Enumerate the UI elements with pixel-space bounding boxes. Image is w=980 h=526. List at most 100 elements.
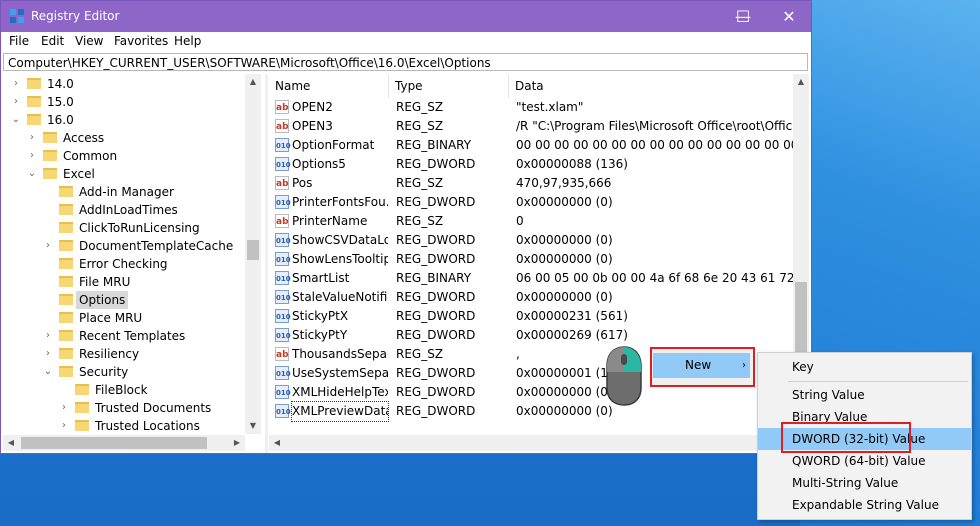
table-row[interactable]: 010 StickyPtX REG_DWORD 0x00000231 (561): [269, 307, 797, 326]
maximize-button[interactable]: ☐: [720, 1, 766, 32]
tree-horizontal-scrollbar[interactable]: ◀ ▶: [3, 435, 245, 451]
chevron-right-icon[interactable]: [43, 219, 53, 237]
chevron-down-icon[interactable]: ⌄: [43, 363, 53, 381]
table-row[interactable]: 010 XMLPreviewData REG_DWORD 0x00000000 (0): [269, 401, 797, 422]
table-row[interactable]: ab PrinterName REG_SZ 0: [269, 212, 797, 231]
value-name: OPEN3: [292, 119, 333, 133]
chevron-right-icon[interactable]: [43, 183, 53, 201]
folder-icon: [59, 258, 73, 269]
value-data: 0x00000231 (561): [516, 309, 628, 323]
table-row[interactable]: 010 PrinterFontsFou... REG_DWORD 0x00000000…: [269, 193, 797, 212]
tree-vertical-scrollbar[interactable]: ▲ ▼: [245, 74, 261, 434]
tree-item[interactable]: ⌄ Security: [3, 363, 245, 381]
tree-item[interactable]: › Access: [3, 129, 245, 147]
submenu-item[interactable]: Multi-String Value: [758, 472, 971, 494]
table-row[interactable]: 010 OptionFormat REG_BINARY 00 00 00 00 00 …: [269, 136, 797, 155]
pane-splitter[interactable]: [265, 74, 268, 453]
chevron-right-icon[interactable]: [43, 291, 53, 309]
column-header-type[interactable]: Type: [389, 74, 509, 98]
tree-item[interactable]: ⌄ 16.0: [3, 111, 245, 129]
menu-help[interactable]: Help: [174, 34, 201, 48]
binary-value-icon: 010: [275, 290, 291, 304]
tree-item[interactable]: FileBlock: [3, 381, 245, 399]
tree-item-label: Place MRU: [79, 311, 143, 325]
table-row[interactable]: 010ShowCSVDataLo... REG_DWORD 0x00000000 (…: [269, 231, 797, 250]
binary-value-icon: 010: [275, 404, 291, 418]
tree-item[interactable]: › Common: [3, 147, 245, 165]
scroll-up-arrow-icon[interactable]: ▲: [245, 74, 261, 90]
submenu-item-label: Expandable String Value: [792, 498, 939, 512]
folder-icon: [27, 96, 41, 107]
submenu-item[interactable]: Key: [758, 356, 971, 378]
tree-item[interactable]: Place MRU: [3, 309, 245, 327]
tree-item[interactable]: › 15.0: [3, 93, 245, 111]
value-data: 0x00000088 (136): [516, 157, 628, 171]
string-value-icon: ab: [275, 214, 289, 228]
chevron-right-icon[interactable]: ›: [43, 327, 53, 345]
menu-file[interactable]: File: [9, 34, 29, 48]
table-row[interactable]: 010 SmartList REG_BINARY 06 00 05 00 0b 00 …: [269, 269, 797, 288]
chevron-right-icon[interactable]: ›: [43, 237, 53, 255]
chevron-right-icon[interactable]: ›: [59, 399, 69, 417]
chevron-right-icon[interactable]: [59, 381, 69, 399]
chevron-down-icon[interactable]: ⌄: [11, 111, 21, 129]
tree-item[interactable]: › DocumentTemplateCache: [3, 237, 245, 255]
chevron-right-icon[interactable]: [43, 309, 53, 327]
menu-view[interactable]: View: [75, 34, 103, 48]
table-row[interactable]: 010 StickyPtY REG_DWORD 0x00000269 (617): [269, 326, 797, 345]
chevron-right-icon[interactable]: ›: [27, 129, 37, 147]
binary-value-icon: 010: [275, 252, 291, 266]
tree-item[interactable]: Error Checking: [3, 255, 245, 273]
tree-item[interactable]: File MRU: [3, 273, 245, 291]
address-bar[interactable]: Computer\HKEY_CURRENT_USER\SOFTWARE\Micr…: [3, 53, 808, 71]
column-header-data[interactable]: Data: [509, 74, 797, 98]
value-data: 00 00 00 00 00 00 00 00 00 00 00 00 00 0…: [516, 138, 796, 152]
chevron-down-icon[interactable]: ⌄: [27, 165, 37, 183]
close-button[interactable]: ✕: [766, 1, 812, 32]
tree-item[interactable]: › 14.0: [3, 75, 245, 93]
tree-item[interactable]: › Trusted Documents: [3, 399, 245, 417]
tree-item[interactable]: Add-in Manager: [3, 183, 245, 201]
submenu-item-label: String Value: [792, 388, 865, 402]
scroll-left-arrow-icon[interactable]: ◀: [3, 435, 19, 451]
tree-item[interactable]: AddInLoadTimes: [3, 201, 245, 219]
tree-item[interactable]: Options: [3, 291, 245, 309]
tree-item[interactable]: › Recent Templates: [3, 327, 245, 345]
tree-scroll-thumb[interactable]: [247, 240, 259, 260]
list-scroll-up-arrow-icon[interactable]: ▲: [793, 74, 809, 90]
tree-item[interactable]: ClickToRunLicensing: [3, 219, 245, 237]
chevron-right-icon[interactable]: ›: [59, 417, 69, 435]
menu-edit[interactable]: Edit: [41, 34, 64, 48]
table-row[interactable]: 010 Options5 REG_DWORD 0x00000088 (136): [269, 155, 797, 174]
table-row[interactable]: ab OPEN3 REG_SZ/R "C:\Program Files\Micros…: [269, 117, 797, 136]
chevron-right-icon[interactable]: [43, 273, 53, 291]
submenu-item[interactable]: QWORD (64-bit) Value: [758, 450, 971, 472]
chevron-right-icon[interactable]: ›: [27, 147, 37, 165]
column-header-name[interactable]: Name: [269, 74, 389, 98]
scroll-right-arrow-icon[interactable]: ▶: [229, 435, 245, 451]
table-row[interactable]: ab OPEN2 REG_SZ "test.xlam": [269, 98, 797, 117]
menu-favorites[interactable]: Favorites: [114, 34, 168, 48]
submenu-item[interactable]: Expandable String Value: [758, 494, 971, 516]
tree-item-label: Resiliency: [79, 347, 140, 361]
table-row[interactable]: 010StaleValueNotifi... REG_DWORD 0x0000000…: [269, 288, 797, 307]
table-row[interactable]: 010 ShowLensTooltip REG_DWORD 0x00000000 (0…: [269, 250, 797, 269]
binary-value-icon: 010: [275, 195, 291, 209]
submenu-item[interactable]: String Value: [758, 384, 971, 406]
table-row[interactable]: ab Pos REG_SZ 470,97,935,666: [269, 174, 797, 193]
chevron-right-icon[interactable]: ›: [11, 75, 21, 93]
chevron-right-icon[interactable]: [43, 201, 53, 219]
title-bar[interactable]: Registry Editor — ☐ ✕: [1, 1, 811, 32]
chevron-right-icon[interactable]: ›: [43, 345, 53, 363]
folder-icon: [59, 330, 73, 341]
tree-item[interactable]: ⌄ Excel: [3, 165, 245, 183]
tree-item[interactable]: › Trusted Locations: [3, 417, 245, 435]
list-horizontal-scrollbar[interactable]: ◀ ▶: [269, 435, 793, 451]
tree-item[interactable]: › Resiliency: [3, 345, 245, 363]
scroll-down-arrow-icon[interactable]: ▼: [245, 418, 261, 434]
list-scroll-left-arrow-icon[interactable]: ◀: [269, 435, 285, 451]
chevron-right-icon[interactable]: [43, 255, 53, 273]
chevron-right-icon[interactable]: ›: [11, 93, 21, 111]
binary-value-icon: 010: [275, 138, 291, 152]
tree-hscroll-thumb[interactable]: [21, 437, 207, 449]
